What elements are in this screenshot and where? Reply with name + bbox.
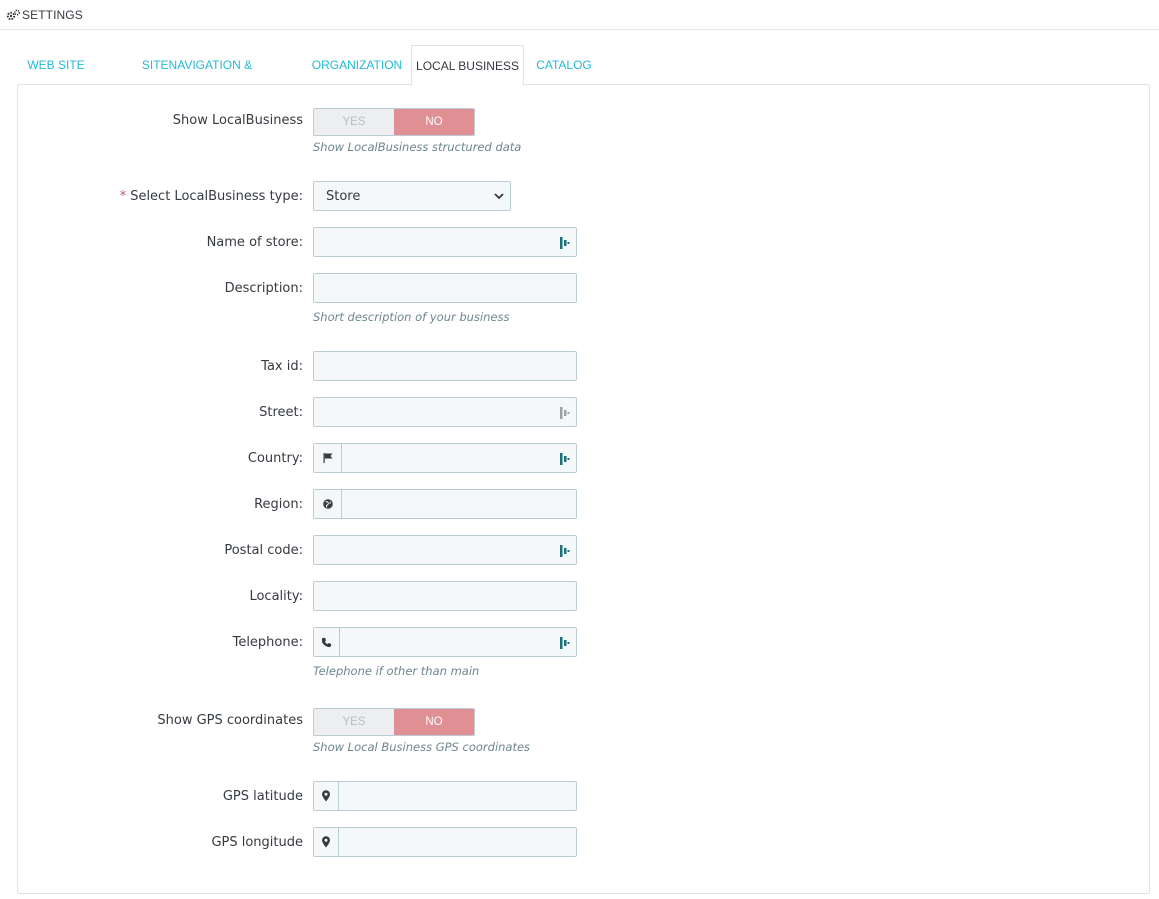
locality-input[interactable] bbox=[313, 581, 577, 611]
chevron-down-icon bbox=[493, 190, 505, 202]
country-field[interactable] bbox=[342, 444, 576, 472]
tax-id-input[interactable] bbox=[313, 351, 577, 381]
extension-icon[interactable] bbox=[559, 405, 571, 419]
postal-code-input[interactable] bbox=[313, 535, 577, 565]
tab-web-site[interactable]: WEB SITE bbox=[18, 45, 94, 85]
show-localbusiness-no-option[interactable]: NO bbox=[394, 109, 474, 135]
name-of-store-field[interactable] bbox=[314, 228, 576, 256]
show-localbusiness-help: Show LocalBusiness structured data bbox=[313, 140, 522, 154]
business-type-value: Store bbox=[326, 188, 361, 204]
telephone-label: Telephone: bbox=[232, 635, 303, 650]
show-gps-switch: YES NO bbox=[313, 708, 475, 736]
settings-panel bbox=[17, 84, 1150, 894]
gps-latitude-input[interactable] bbox=[313, 781, 577, 811]
region-label: Region: bbox=[254, 497, 303, 512]
extension-icon[interactable] bbox=[559, 635, 571, 649]
postal-code-label: Postal code: bbox=[224, 543, 303, 558]
street-label: Street: bbox=[259, 405, 303, 420]
globe-icon bbox=[314, 490, 342, 518]
extension-icon[interactable] bbox=[559, 235, 571, 249]
name-of-store-label: Name of store: bbox=[206, 235, 303, 250]
description-input[interactable] bbox=[313, 273, 577, 303]
description-label: Description: bbox=[224, 281, 303, 296]
name-of-store-input[interactable] bbox=[313, 227, 577, 257]
street-field[interactable] bbox=[314, 398, 576, 426]
show-gps-label: Show GPS coordinates bbox=[157, 713, 303, 728]
locality-field[interactable] bbox=[314, 582, 576, 610]
gps-latitude-field[interactable] bbox=[339, 782, 576, 810]
show-localbusiness-label: Show LocalBusiness bbox=[172, 113, 303, 128]
gps-latitude-label: GPS latitude bbox=[222, 789, 303, 804]
show-gps-help: Show Local Business GPS coordinates bbox=[313, 740, 531, 754]
locality-label: Locality: bbox=[249, 589, 303, 604]
gps-longitude-field[interactable] bbox=[339, 828, 576, 856]
extension-icon[interactable] bbox=[559, 543, 571, 557]
telephone-input[interactable] bbox=[313, 627, 577, 657]
tab-bar: WEB SITE SITENAVIGATION & BREADCRUMBS OR… bbox=[18, 45, 1149, 112]
gps-longitude-input[interactable] bbox=[313, 827, 577, 857]
telephone-help: Telephone if other than main bbox=[313, 664, 480, 678]
show-localbusiness-yes-option[interactable]: YES bbox=[314, 109, 394, 135]
postal-code-field[interactable] bbox=[314, 536, 576, 564]
region-input[interactable] bbox=[313, 489, 577, 519]
region-field[interactable] bbox=[342, 490, 576, 518]
description-help: Short description of your business bbox=[313, 310, 510, 324]
tab-organization[interactable]: ORGANIZATION bbox=[309, 45, 405, 85]
country-label: Country: bbox=[247, 451, 303, 466]
extension-icon[interactable] bbox=[559, 451, 571, 465]
street-input[interactable] bbox=[313, 397, 577, 427]
phone-icon bbox=[314, 628, 340, 656]
tax-id-label: Tax id: bbox=[261, 359, 303, 374]
show-gps-no-option[interactable]: NO bbox=[394, 709, 474, 735]
telephone-field[interactable] bbox=[340, 628, 576, 656]
show-gps-yes-option[interactable]: YES bbox=[314, 709, 394, 735]
business-type-label-text: Select LocalBusiness type: bbox=[130, 189, 303, 204]
map-marker-icon bbox=[314, 782, 339, 810]
business-type-select[interactable]: Store bbox=[313, 181, 511, 211]
required-mark: * bbox=[119, 189, 127, 204]
country-input[interactable] bbox=[313, 443, 577, 473]
tab-catalog[interactable]: CATALOG bbox=[533, 45, 595, 85]
flag-icon bbox=[314, 444, 342, 472]
page-header: SETTINGS bbox=[0, 0, 1159, 30]
page-title: SETTINGS bbox=[22, 7, 83, 22]
tax-id-field[interactable] bbox=[314, 352, 576, 380]
business-type-label: * Select LocalBusiness type: bbox=[120, 189, 303, 204]
gears-icon bbox=[6, 9, 20, 21]
show-localbusiness-switch: YES NO bbox=[313, 108, 475, 136]
tab-sitenavigation-breadcrumbs[interactable]: SITENAVIGATION & BREADCRUMBS bbox=[107, 45, 287, 112]
tab-local-business[interactable]: LOCAL BUSINESS bbox=[411, 45, 524, 86]
description-field[interactable] bbox=[314, 274, 576, 302]
gps-longitude-label: GPS longitude bbox=[211, 835, 303, 850]
map-marker-icon bbox=[314, 828, 339, 856]
